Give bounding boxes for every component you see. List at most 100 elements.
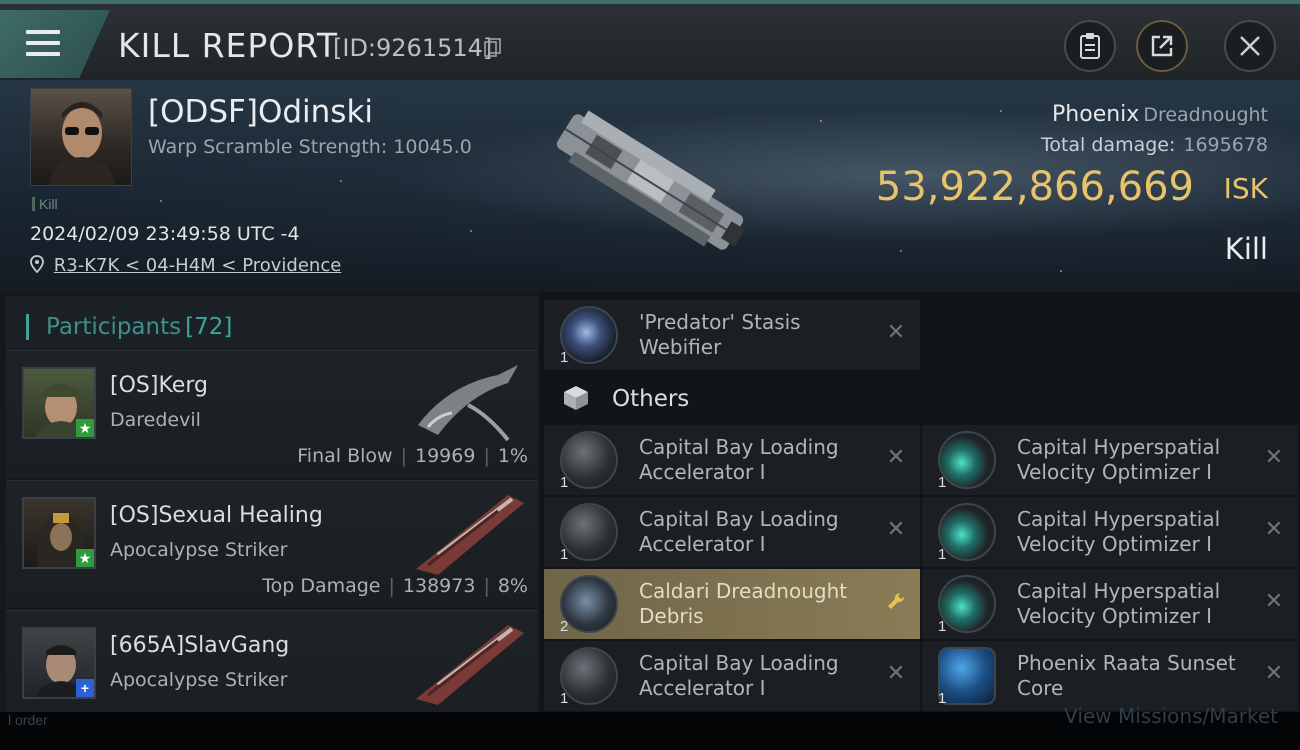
clipboard-icon (1080, 33, 1100, 59)
participant-name[interactable]: [OS]Sexual Healing (110, 503, 323, 528)
module-quantity: 2 (560, 618, 569, 635)
stasis-webifier-icon (560, 306, 618, 364)
isk-value: 53,922,866,669 (875, 164, 1194, 210)
kill-tag: Kill (32, 196, 58, 212)
module-quantity: 1 (560, 474, 569, 491)
participant-row[interactable]: ★ [OS]Kerg Daredevil Final Blow | 19969 | 1% (6, 350, 538, 478)
victim-banner: [ODSF]Odinski Warp Scramble Strength: 10… (0, 80, 1300, 292)
module-item[interactable]: 1 Capital Bay Loading Accelerator I ✕ (544, 641, 920, 711)
module-item[interactable]: 1 Capital Hyperspatial Velocity Optimize… (922, 569, 1298, 639)
plus-badge-icon: + (76, 679, 94, 697)
participants-panel[interactable]: Participants [72] ★ [OS]Kerg Daredevil Fi… (0, 292, 540, 738)
module-quantity: 1 (560, 546, 569, 563)
others-section-header: Others (540, 372, 1300, 422)
close-icon (1240, 36, 1260, 56)
total-damage-value: 1695678 (1183, 134, 1268, 156)
header-bar: KILL REPORT [ID:9261514] (0, 0, 1300, 80)
x-icon: ✕ (886, 516, 906, 541)
participant-ship: Apocalypse Striker (110, 669, 288, 691)
x-icon: ✕ (1264, 588, 1284, 613)
module-name: Capital Hyperspatial Velocity Optimizer … (1017, 507, 1221, 556)
module-name: Capital Bay Loading Accelerator I (639, 507, 839, 556)
share-button[interactable] (1136, 20, 1188, 72)
total-damage: Total damage: 1695678 (1040, 134, 1268, 156)
ship-name: Phoenix (1052, 102, 1140, 127)
x-icon: ✕ (886, 444, 906, 469)
participant-ship: Daredevil (110, 409, 201, 431)
velocity-optimizer-icon (938, 431, 996, 489)
participant-portrait[interactable]: + (22, 627, 96, 699)
module-item[interactable]: 1 Capital Hyperspatial Velocity Optimize… (922, 497, 1298, 567)
star-badge-icon: ★ (76, 419, 94, 437)
debris-icon (560, 575, 618, 633)
copy-icon[interactable] (484, 38, 502, 58)
participant-portrait[interactable]: ★ (22, 497, 96, 569)
share-icon (1151, 35, 1173, 57)
participant-percent: 8% (497, 575, 528, 597)
module-name: Caldari Dreadnought Debris (639, 579, 848, 628)
participants-count: [72] (185, 314, 233, 340)
participant-stats: Top Damage | 138973 | 8% (262, 575, 528, 597)
module-quantity: 1 (938, 690, 947, 707)
warp-scramble-strength: Warp Scramble Strength: 10045.0 (148, 136, 472, 158)
module-name: Capital Bay Loading Accelerator I (639, 435, 839, 484)
module-quantity: 1 (938, 546, 947, 563)
module-item-dropped[interactable]: 2 Caldari Dreadnought Debris (544, 569, 920, 639)
module-item[interactable]: 1 Phoenix Raata Sunset Core ✕ (922, 641, 1298, 711)
others-title: Others (612, 386, 690, 412)
velocity-optimizer-icon (938, 503, 996, 561)
participant-portrait[interactable]: ★ (22, 367, 96, 439)
x-icon: ✕ (886, 660, 906, 685)
page-title: KILL REPORT (118, 26, 338, 65)
participants-title: Participants [72] (46, 314, 233, 340)
bottom-strip: l order View Missions/Market (0, 704, 1300, 750)
participant-damage: 138973 (402, 575, 476, 597)
menu-icon (26, 30, 60, 58)
participant-name[interactable]: [665A]SlavGang (110, 633, 289, 658)
participant-row[interactable]: ★ [OS]Sexual Healing Apocalypse Striker … (6, 480, 538, 608)
sunset-core-icon (938, 647, 996, 705)
clipboard-button[interactable] (1064, 20, 1116, 72)
isk-unit: ISK (1223, 172, 1268, 205)
module-name: Capital Hyperspatial Velocity Optimizer … (1017, 435, 1221, 484)
participant-ship-image (418, 365, 518, 442)
star-badge-icon: ★ (76, 549, 94, 567)
location-pin-icon (30, 255, 44, 274)
bay-loading-accelerator-icon (560, 431, 618, 489)
victim-portrait[interactable] (30, 88, 132, 186)
module-item[interactable]: 1 Capital Bay Loading Accelerator I ✕ (544, 425, 920, 495)
participant-ship-image (416, 625, 524, 705)
kill-location[interactable]: R3-K7K < 04-H4M < Providence (30, 255, 341, 276)
victim-ship-image[interactable] (540, 92, 760, 272)
participants-header: Participants [72] (6, 296, 538, 350)
participant-damage: 19969 (414, 445, 476, 467)
victim-ship-name: Phoenix Dreadnought (1052, 102, 1268, 127)
bottom-left-text: l order (8, 712, 48, 728)
velocity-optimizer-icon (938, 575, 996, 633)
participant-ship-image (416, 495, 524, 575)
view-missions-market-link[interactable]: View Missions/Market (1064, 704, 1278, 728)
wrench-icon (888, 592, 905, 609)
location-link[interactable]: R3-K7K < 04-H4M < Providence (54, 255, 342, 276)
bay-loading-accelerator-icon (560, 647, 618, 705)
report-id: [ID:9261514] (333, 34, 493, 62)
menu-button[interactable] (0, 10, 110, 78)
victim-name[interactable]: [ODSF]Odinski (148, 94, 373, 130)
module-item[interactable]: 1 'Predator' Stasis Webifier ✕ (544, 300, 920, 370)
module-name: Phoenix Raata Sunset Core (1017, 651, 1236, 700)
module-name: Capital Hyperspatial Velocity Optimizer … (1017, 579, 1221, 628)
kill-datetime: 2024/02/09 23:49:58 UTC -4 (30, 223, 300, 245)
x-icon: ✕ (1264, 660, 1284, 685)
module-item[interactable]: 1 Capital Hyperspatial Velocity Optimize… (922, 425, 1298, 495)
close-button[interactable] (1224, 20, 1276, 72)
x-icon: ✕ (1264, 516, 1284, 541)
cube-icon (564, 386, 588, 410)
module-quantity: 1 (560, 349, 569, 366)
module-name: Capital Bay Loading Accelerator I (639, 651, 839, 700)
modules-panel[interactable]: 1 'Predator' Stasis Webifier ✕ Others 1 … (540, 292, 1300, 712)
participant-percent: 1% (497, 445, 528, 467)
bay-loading-accelerator-icon (560, 503, 618, 561)
participant-name[interactable]: [OS]Kerg (110, 373, 208, 398)
result-label: Kill (1224, 232, 1268, 266)
module-item[interactable]: 1 Capital Bay Loading Accelerator I ✕ (544, 497, 920, 567)
